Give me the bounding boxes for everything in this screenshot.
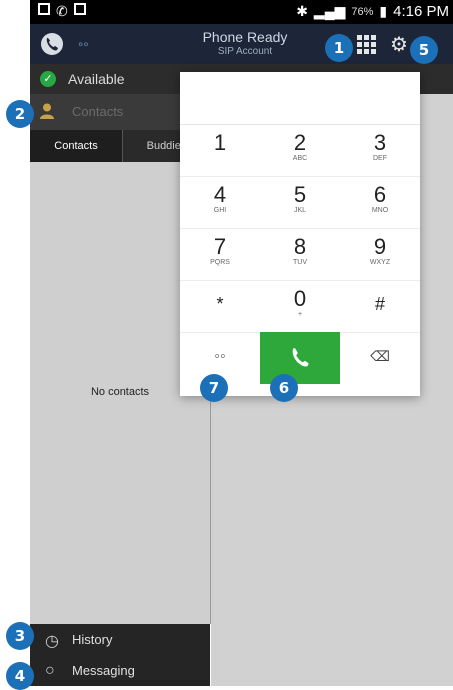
presence-label: Available [68, 71, 125, 87]
key-1[interactable]: 1 [180, 124, 260, 177]
battery-percent: 76% [351, 5, 374, 18]
bluetooth-icon: ✱ [296, 3, 308, 19]
clock-icon: ◷ [45, 633, 59, 650]
key-8[interactable]: 8 TUV [260, 228, 340, 281]
app-phone-icon[interactable] [40, 32, 64, 56]
dialpad-grid-icon[interactable] [357, 35, 376, 54]
registration-status: Phone Ready [202, 29, 288, 45]
person-icon [40, 103, 54, 119]
callout-badge-7: 7 [200, 374, 228, 402]
backspace-button[interactable]: ⌫ [340, 332, 420, 384]
key-star[interactable]: * [180, 280, 260, 333]
app-frame: ✆ ✱ ▂▄▆ 76% ▮ 4:16 PM ◦◦ Phone Ready SIP… [30, 0, 453, 686]
callout-badge-3: 3 [6, 622, 34, 650]
callout-badge-2: 2 [6, 100, 34, 128]
nav-history[interactable]: ◷ History [30, 624, 210, 655]
key-3[interactable]: 3 DEF [340, 124, 420, 177]
gear-icon[interactable]: ⚙ [390, 32, 408, 57]
top-bar: ◦◦ Phone Ready SIP Account ⚙ [30, 24, 453, 64]
call-button[interactable] [260, 332, 340, 384]
tab-contacts[interactable]: Contacts [30, 130, 122, 162]
voicemail-icon: ◦◦ [214, 348, 226, 365]
callout-badge-1: 1 [325, 34, 353, 62]
contacts-header-label: Contacts [72, 104, 124, 119]
key-7[interactable]: 7 PQRS [180, 228, 260, 281]
nav-history-label: History [72, 632, 113, 647]
key-0[interactable]: 0 + [260, 280, 340, 333]
bag-status-icon [73, 3, 86, 15]
key-4[interactable]: 4 GHI [180, 176, 260, 229]
nav-messaging-label: Messaging [72, 663, 135, 678]
phone-status-icon: ✆ [56, 3, 68, 19]
chat-bubble-icon: ○ [45, 662, 55, 679]
callout-badge-6: 6 [270, 374, 298, 402]
nav-messaging[interactable]: ○ Messaging [30, 655, 210, 686]
status-left-icons: ✆ [38, 3, 86, 20]
account-name: SIP Account [217, 46, 273, 57]
gallery-status-icon [38, 3, 50, 15]
backspace-icon: ⌫ [370, 348, 390, 364]
callout-badge-5: 5 [410, 36, 438, 64]
dialpad-popup: 1 2 ABC 3 DEF 4 GHI 5 JKL 6 MNO 7 PQRS 8 TUV 9W… [180, 72, 420, 396]
battery-icon: ▮ [379, 3, 388, 19]
bottom-nav: ◷ History ○ Messaging [30, 624, 210, 686]
key-6[interactable]: 6 MNO [340, 176, 420, 229]
key-hash[interactable]: # [340, 280, 420, 333]
status-right-icons: ✱ ▂▄▆ 76% ▮ 4:16 PM [296, 3, 449, 20]
dial-number-display[interactable] [180, 72, 420, 125]
phone-handset-icon [292, 348, 309, 367]
check-icon: ✓ [40, 71, 56, 87]
key-2[interactable]: 2 ABC [260, 124, 340, 177]
status-bar: ✆ ✱ ▂▄▆ 76% ▮ 4:16 PM [30, 0, 453, 24]
key-9[interactable]: 9 WXYZ [340, 228, 420, 281]
voicemail-icon[interactable]: ◦◦ [78, 36, 89, 53]
key-5[interactable]: 5 JKL [260, 176, 340, 229]
status-time: 4:16 PM [393, 3, 449, 20]
signal-icon: ▂▄▆ [313, 3, 346, 19]
